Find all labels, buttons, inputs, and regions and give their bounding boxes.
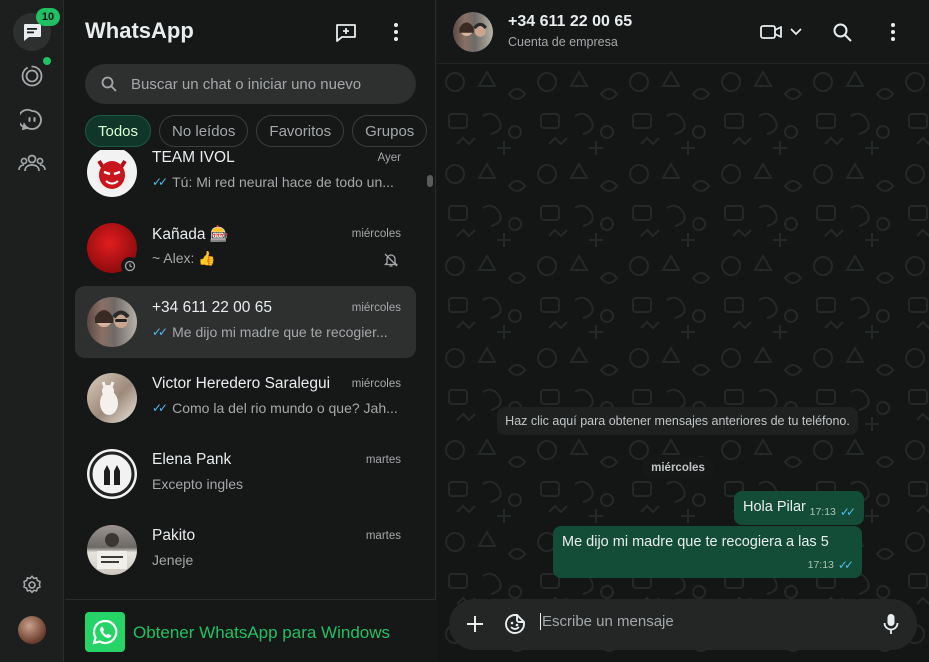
message-input[interactable] (540, 613, 860, 630)
filter-all[interactable]: Todos (85, 115, 152, 147)
microphone-icon (883, 614, 899, 634)
avatar (87, 150, 137, 197)
chat-list-panel: WhatsApp Todos No leídos Favoritos Grupo… (65, 0, 436, 662)
chat-row-elena[interactable]: Elena Pank martes Excepto ingles (75, 438, 416, 510)
chat-row-team-ivol[interactable]: TEAM IVOL Ayer ✓✓ Tú: Mi red neural hace … (75, 150, 416, 208)
avatar (87, 449, 137, 499)
chat-time: martes (365, 454, 401, 466)
contact-subtitle: Cuenta de empresa (508, 35, 618, 49)
chat-preview: ✓✓ Me dijo mi madre que te recogier... (152, 324, 388, 340)
message-meta: 17:13 ✓✓ (810, 505, 856, 519)
conversation-menu-button[interactable] (891, 20, 895, 44)
unread-badge: 10 (36, 8, 60, 26)
settings-icon (23, 575, 41, 594)
filter-unread[interactable]: No leídos (159, 115, 249, 147)
outgoing-message[interactable]: Me dijo mi madre que te recogiera a las … (553, 526, 862, 578)
chat-name: +34 611 22 00 65 (152, 299, 272, 316)
chat-list-scrollbar[interactable] (427, 175, 433, 187)
status-dot (43, 57, 51, 65)
read-ticks-icon: ✓✓ (839, 505, 856, 519)
channels-icon (20, 108, 42, 131)
read-ticks-icon: ✓✓ (152, 175, 168, 189)
search-bar (85, 64, 416, 104)
chat-row-selected[interactable]: +34 611 22 00 65 miércoles ✓✓ Me dijo mi … (75, 286, 416, 358)
communities-button[interactable] (13, 144, 51, 182)
new-chat-button[interactable] (334, 20, 358, 44)
chat-preview: ✓✓ Como la del rio mundo o que? Jah... (152, 400, 398, 416)
voice-message-button[interactable] (879, 612, 903, 636)
contact-name: +34 611 22 00 65 (508, 13, 633, 30)
chat-time: miércoles (351, 302, 401, 314)
avatar (87, 373, 137, 423)
chat-name: TEAM IVOL (152, 150, 235, 166)
conversation-panel: +34 611 22 00 65 Cuenta de empresa Haz c… (437, 0, 929, 662)
chat-preview: ~ Alex: 👍 (152, 250, 216, 266)
filter-groups[interactable]: Grupos (352, 115, 428, 147)
communities-icon (18, 154, 46, 172)
whatsapp-app: 10 WhatsApp Todos No leídos (0, 0, 929, 662)
load-older-messages-notice[interactable]: Haz clic aquí para obtener mensajes ante… (497, 407, 858, 435)
whatsapp-logo-icon (85, 612, 125, 652)
read-ticks-icon: ✓✓ (837, 558, 854, 572)
community-icon (121, 257, 139, 275)
chats-icon (24, 24, 41, 41)
chat-name: Pakito (152, 527, 196, 544)
more-vertical-icon (394, 23, 398, 41)
sticker-button[interactable] (503, 612, 527, 636)
get-windows-link[interactable]: Obtener WhatsApp para Windows (133, 623, 390, 643)
app-title: WhatsApp (85, 18, 194, 43)
chat-name: Kañada 🎰 (152, 226, 230, 243)
chat-time: miércoles (351, 378, 401, 390)
video-call-button[interactable] (760, 20, 802, 44)
get-windows-banner[interactable]: Obtener WhatsApp para Windows (65, 599, 436, 662)
contact-avatar[interactable] (453, 12, 493, 52)
sticker-icon (505, 614, 525, 634)
message-meta: 17:13 ✓✓ (808, 558, 854, 572)
message-text: Hola Pilar (743, 499, 806, 515)
more-vertical-icon (891, 23, 895, 41)
date-separator: miércoles (643, 457, 713, 479)
muted-bell-icon (383, 253, 399, 267)
filter-favorites[interactable]: Favoritos (256, 115, 345, 147)
chat-row-kanada[interactable]: Kañada 🎰 miércoles ~ Alex: 👍 (75, 212, 416, 284)
chat-preview: Excepto ingles (152, 476, 244, 492)
read-ticks-icon: ✓✓ (152, 325, 168, 339)
chat-row-victor[interactable]: Victor Heredero Saralegui miércoles ✓✓ Co… (75, 362, 416, 434)
filter-chips: Todos No leídos Favoritos Grupos (85, 115, 428, 147)
channels-button[interactable] (13, 101, 51, 139)
chat-name: Elena Pank (152, 451, 232, 468)
outgoing-message[interactable]: Hola Pilar 17:13 ✓✓ (734, 491, 864, 525)
attach-button[interactable] (463, 612, 487, 636)
conversation-header[interactable]: +34 611 22 00 65 Cuenta de empresa (437, 0, 929, 64)
chat-time: Ayer (377, 152, 401, 164)
message-text: Me dijo mi madre que te recogiera a las … (562, 534, 829, 550)
message-composer (449, 599, 917, 650)
plus-icon (467, 616, 483, 632)
avatar (87, 297, 137, 347)
navigation-rail: 10 (0, 0, 64, 662)
status-icon (21, 65, 43, 87)
search-chat-button[interactable] (833, 20, 852, 44)
settings-button[interactable] (13, 566, 51, 604)
chat-preview: Jeneje (152, 552, 194, 568)
chat-preview: ✓✓ Tú: Mi red neural hace de todo un... (152, 174, 394, 190)
chat-name: Victor Heredero Saralegui (152, 375, 331, 392)
read-ticks-icon: ✓✓ (152, 401, 168, 415)
search-input[interactable] (131, 75, 391, 93)
search-icon (101, 76, 117, 92)
menu-button[interactable] (384, 20, 408, 44)
chat-row-pakito[interactable]: Pakito martes Jeneje (75, 514, 416, 586)
search-icon (833, 23, 852, 42)
chevron-down-icon (790, 28, 802, 36)
chat-list: TEAM IVOL Ayer ✓✓ Tú: Mi red neural hace … (65, 150, 436, 598)
avatar (87, 525, 137, 575)
chat-time: martes (365, 530, 401, 542)
new-chat-icon (336, 24, 356, 42)
video-camera-icon (760, 25, 782, 39)
chat-time: miércoles (351, 228, 401, 240)
profile-avatar[interactable] (18, 616, 46, 644)
